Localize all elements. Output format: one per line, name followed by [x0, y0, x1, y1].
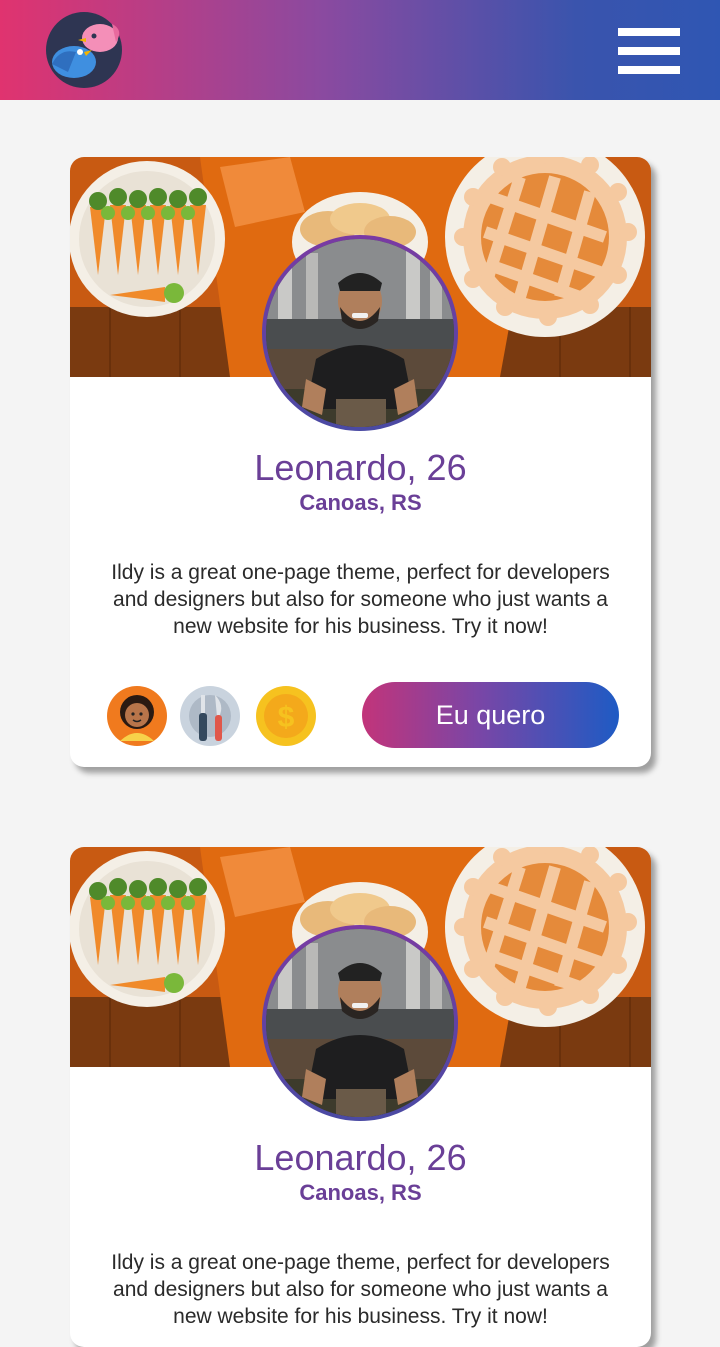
dollar-coin-icon[interactable]: $ — [255, 685, 317, 747]
profile-card: Leonardo, 26 Canoas, RS Ildy is a great … — [70, 847, 651, 1347]
hamburger-menu-button[interactable] — [618, 28, 680, 74]
profile-photo — [266, 239, 454, 427]
profile-photo — [266, 929, 454, 1117]
profile-description: Ildy is a great one-page theme, perfect … — [111, 1251, 610, 1328]
profile-name-age: Leonardo, 26 — [254, 1137, 467, 1178]
birds-logo-icon[interactable] — [46, 12, 122, 88]
app-header — [0, 0, 720, 100]
menu-bar — [618, 47, 680, 55]
avatar[interactable] — [262, 235, 458, 431]
avatar[interactable] — [262, 925, 458, 1121]
menu-bar — [618, 28, 680, 36]
profile-city: Canoas, RS — [299, 490, 422, 515]
eu-quero-button[interactable]: Eu quero — [362, 682, 619, 748]
profile-description: Ildy is a great one-page theme, perfect … — [111, 561, 610, 638]
profile-card: Leonardo, 26 Canoas, RS Ildy is a great … — [70, 157, 651, 767]
child-icon[interactable] — [106, 685, 168, 747]
profile-name-age: Leonardo, 26 — [254, 447, 467, 488]
svg-text:$: $ — [278, 701, 295, 734]
profile-city: Canoas, RS — [299, 1180, 422, 1205]
menu-bar — [618, 66, 680, 74]
plate-cutlery-icon[interactable] — [179, 685, 241, 747]
